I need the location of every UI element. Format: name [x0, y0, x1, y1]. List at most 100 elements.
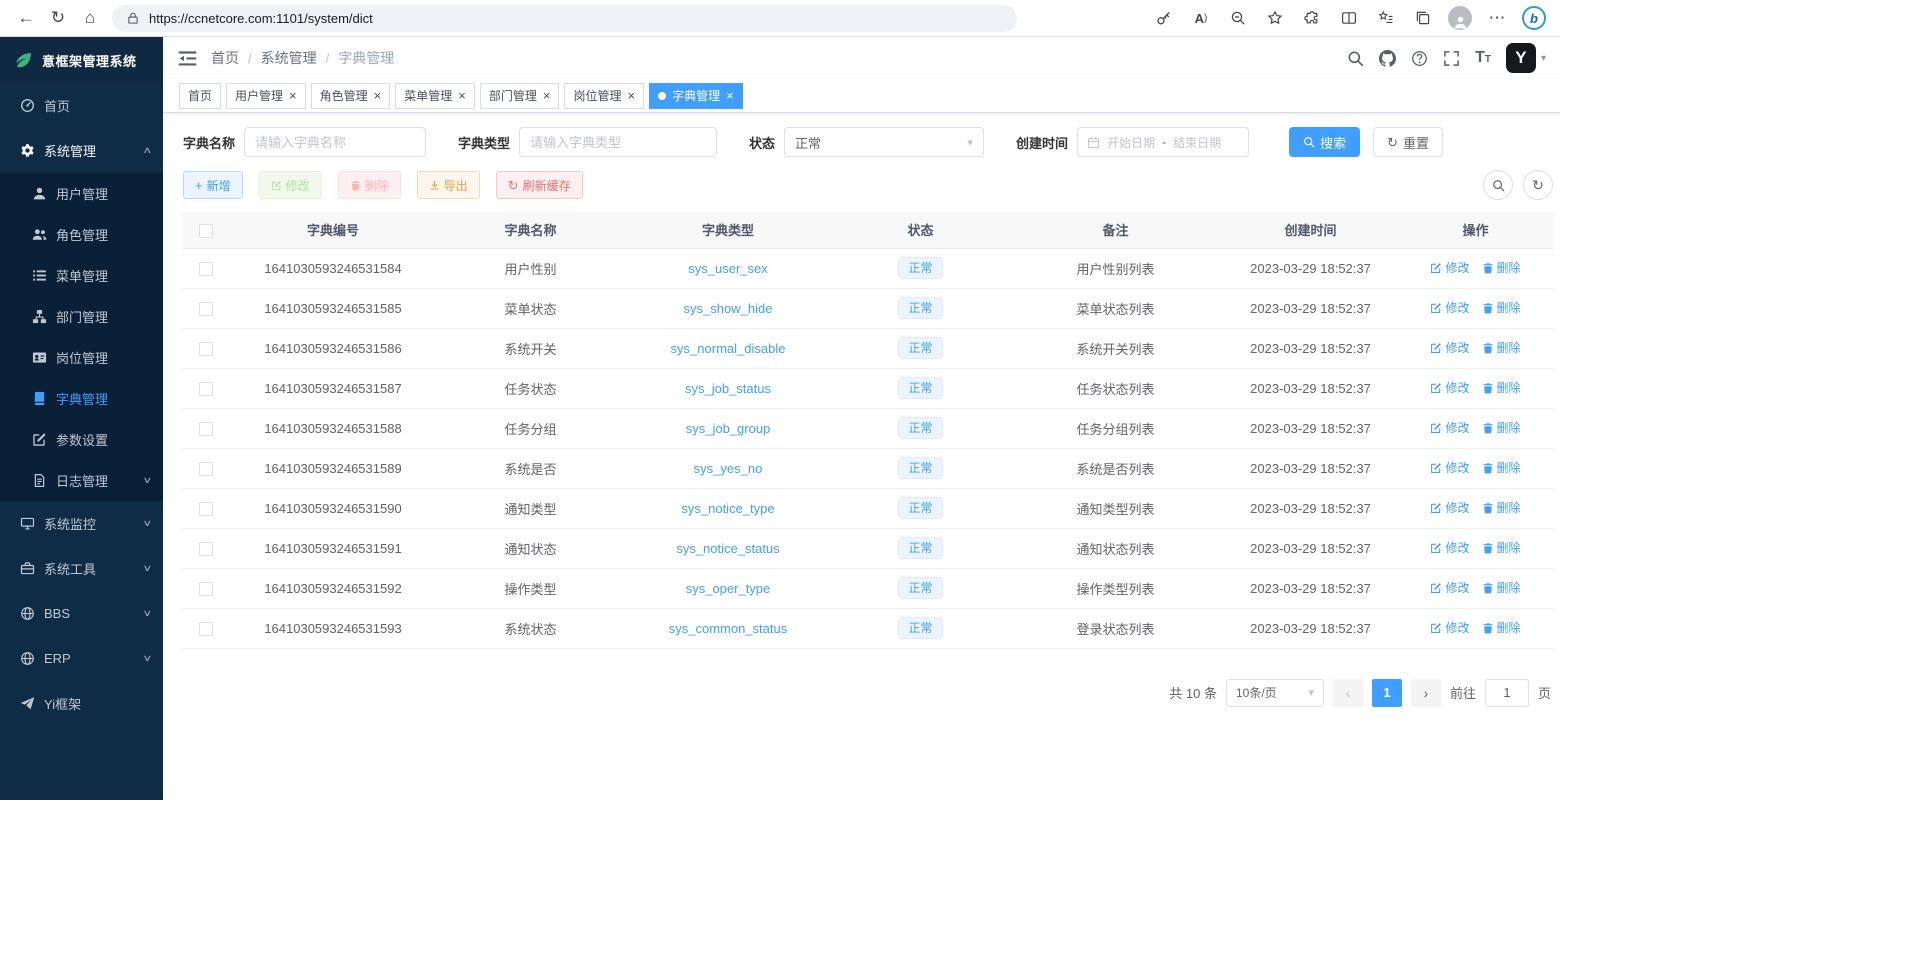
edit-button[interactable]: 修改	[259, 171, 322, 199]
row-checkbox[interactable]	[199, 262, 213, 276]
dict-type-link[interactable]: sys_user_sex	[688, 261, 767, 276]
prev-page-button[interactable]: ‹	[1333, 679, 1363, 707]
delete-button[interactable]: 删除	[338, 171, 401, 199]
row-checkbox[interactable]	[199, 542, 213, 556]
row-edit-button[interactable]: 修改	[1430, 419, 1469, 436]
sidebar-item-erp[interactable]: ERP ∨	[0, 636, 163, 681]
dict-type-link[interactable]: sys_job_group	[686, 421, 771, 436]
date-range-picker[interactable]: 开始日期 - 结束日期	[1077, 127, 1249, 157]
add-favorite-icon[interactable]	[1259, 3, 1291, 33]
row-checkbox[interactable]	[199, 422, 213, 436]
sidebar-item-dept-mgmt[interactable]: 部门管理	[0, 296, 163, 337]
tag-role-mgmt[interactable]: 角色管理×	[311, 83, 391, 109]
row-delete-button[interactable]: 删除	[1482, 419, 1521, 436]
row-edit-button[interactable]: 修改	[1430, 339, 1469, 356]
row-checkbox[interactable]	[199, 502, 213, 516]
refresh-table-button[interactable]: ↻	[1523, 170, 1553, 200]
row-delete-button[interactable]: 删除	[1482, 619, 1521, 636]
help-icon[interactable]	[1411, 50, 1428, 67]
search-button[interactable]: 搜索	[1289, 127, 1360, 157]
row-edit-button[interactable]: 修改	[1430, 299, 1469, 316]
sidebar-toggle-icon[interactable]	[177, 48, 198, 69]
sidebar-item-dict-mgmt[interactable]: 字典管理	[0, 378, 163, 419]
sidebar-item-post-mgmt[interactable]: 岗位管理	[0, 337, 163, 378]
search-icon[interactable]	[1347, 50, 1364, 67]
read-aloud-icon[interactable]: A)	[1185, 3, 1217, 33]
close-icon[interactable]: ×	[543, 89, 551, 102]
close-icon[interactable]: ×	[458, 89, 466, 102]
toggle-search-button[interactable]	[1483, 170, 1513, 200]
page-1-button[interactable]: 1	[1372, 679, 1402, 707]
row-delete-button[interactable]: 删除	[1482, 299, 1521, 316]
app-logo[interactable]: 意框架管理系统	[0, 37, 163, 83]
tag-post-mgmt[interactable]: 岗位管理×	[564, 83, 644, 109]
breadcrumb-home[interactable]: 首页	[211, 48, 239, 68]
favorites-icon[interactable]	[1370, 3, 1402, 33]
sidebar-item-menu-mgmt[interactable]: 菜单管理	[0, 255, 163, 296]
row-checkbox[interactable]	[199, 382, 213, 396]
row-delete-button[interactable]: 删除	[1482, 379, 1521, 396]
fullscreen-icon[interactable]	[1443, 50, 1460, 67]
sidebar-item-bbs[interactable]: BBS ∨	[0, 591, 163, 636]
extensions-icon[interactable]	[1296, 3, 1328, 33]
row-delete-button[interactable]: 删除	[1482, 579, 1521, 596]
row-edit-button[interactable]: 修改	[1430, 539, 1469, 556]
sidebar-item-param-settings[interactable]: 参数设置	[0, 419, 163, 460]
row-delete-button[interactable]: 删除	[1482, 259, 1521, 276]
refresh-cache-button[interactable]: ↻ 刷新缓存	[496, 171, 583, 199]
github-icon[interactable]	[1379, 50, 1396, 67]
collections-icon[interactable]	[1407, 3, 1439, 33]
row-delete-button[interactable]: 删除	[1482, 499, 1521, 516]
export-button[interactable]: 导出	[417, 171, 480, 199]
zoom-out-icon[interactable]	[1222, 3, 1254, 33]
sidebar-item-user-mgmt[interactable]: 用户管理	[0, 173, 163, 214]
dict-type-link[interactable]: sys_yes_no	[694, 461, 763, 476]
dict-type-link[interactable]: sys_notice_status	[676, 541, 779, 556]
row-checkbox[interactable]	[199, 462, 213, 476]
close-icon[interactable]: ×	[627, 89, 635, 102]
back-button[interactable]: ←	[10, 3, 42, 33]
row-delete-button[interactable]: 删除	[1482, 339, 1521, 356]
page-size-select[interactable]: 10条/页 ▾	[1226, 679, 1324, 707]
status-select[interactable]: 正常 ▾	[784, 127, 984, 157]
row-checkbox[interactable]	[199, 582, 213, 596]
row-edit-button[interactable]: 修改	[1430, 579, 1469, 596]
sidebar-item-role-mgmt[interactable]: 角色管理	[0, 214, 163, 255]
dict-type-link[interactable]: sys_job_status	[685, 381, 771, 396]
home-button[interactable]: ⌂	[74, 3, 106, 33]
row-checkbox[interactable]	[199, 302, 213, 316]
next-page-button[interactable]: ›	[1411, 679, 1441, 707]
split-screen-icon[interactable]	[1333, 3, 1365, 33]
dict-type-link[interactable]: sys_notice_type	[681, 501, 774, 516]
tag-home[interactable]: 首页	[179, 83, 221, 109]
close-icon[interactable]: ×	[374, 89, 382, 102]
goto-page-input[interactable]	[1485, 679, 1529, 707]
close-icon[interactable]: ×	[289, 89, 297, 102]
tag-dict-mgmt[interactable]: 字典管理×	[649, 83, 743, 109]
tag-dept-mgmt[interactable]: 部门管理×	[480, 83, 560, 109]
dict-type-link[interactable]: sys_normal_disable	[671, 341, 786, 356]
row-edit-button[interactable]: 修改	[1430, 259, 1469, 276]
font-size-icon[interactable]: TT	[1475, 50, 1491, 66]
dict-type-input[interactable]	[519, 127, 717, 157]
row-delete-button[interactable]: 删除	[1482, 459, 1521, 476]
sidebar-item-monitor[interactable]: 系统监控 ∨	[0, 501, 163, 546]
tag-user-mgmt[interactable]: 用户管理×	[226, 83, 306, 109]
dict-name-input[interactable]	[244, 127, 426, 157]
address-bar[interactable]: https://ccnetcore.com:1101/system/dict	[112, 5, 1017, 32]
dict-type-link[interactable]: sys_show_hide	[684, 301, 773, 316]
tag-menu-mgmt[interactable]: 菜单管理×	[395, 83, 475, 109]
dict-type-link[interactable]: sys_common_status	[669, 621, 788, 636]
dict-type-link[interactable]: sys_oper_type	[686, 581, 771, 596]
breadcrumb-system[interactable]: 系统管理	[261, 48, 317, 68]
sidebar-item-home[interactable]: 首页	[0, 83, 163, 128]
row-checkbox[interactable]	[199, 342, 213, 356]
user-menu[interactable]: Y ▾	[1506, 43, 1546, 73]
close-icon[interactable]: ×	[726, 89, 734, 102]
add-button[interactable]: + 新增	[183, 171, 243, 199]
browser-menu-icon[interactable]: ⋯	[1481, 3, 1513, 33]
row-edit-button[interactable]: 修改	[1430, 619, 1469, 636]
sidebar-item-system-mgmt[interactable]: 系统管理 ∧	[0, 128, 163, 173]
row-edit-button[interactable]: 修改	[1430, 499, 1469, 516]
select-all-checkbox[interactable]	[199, 224, 213, 238]
